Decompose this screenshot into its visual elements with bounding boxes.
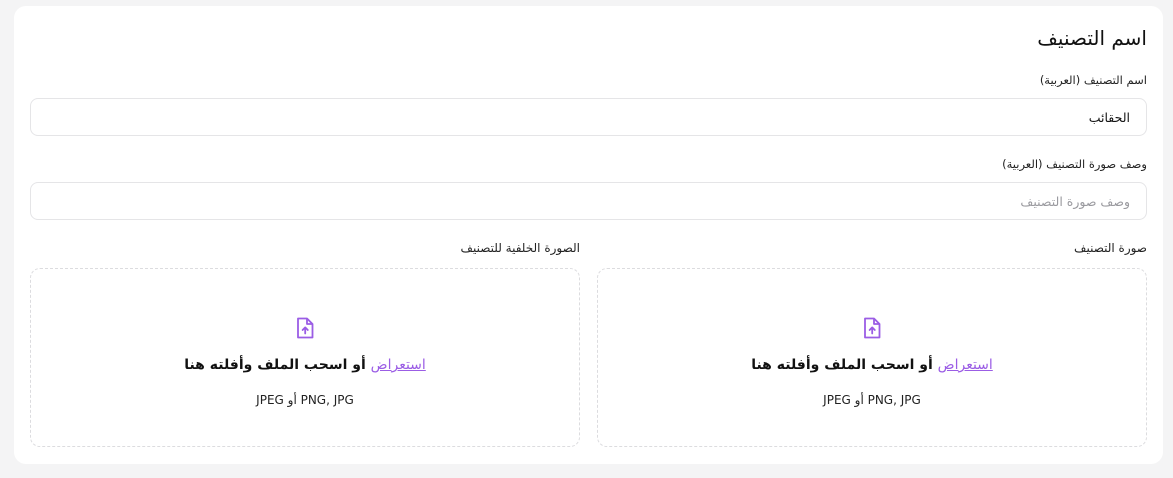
- category-form-card: اسم التصنيف اسم التصنيف (العربية) وصف صو…: [14, 6, 1163, 464]
- section-title: اسم التصنيف: [1037, 26, 1147, 50]
- category-image-drag-text: أو اسحب الملف وأفلته هنا: [751, 357, 938, 373]
- name-input[interactable]: [30, 98, 1147, 136]
- file-upload-icon: [297, 317, 314, 339]
- form-content: اسم التصنيف اسم التصنيف (العربية) وصف صو…: [30, 6, 1147, 464]
- category-image-browse-link[interactable]: استعراض: [938, 357, 993, 373]
- background-image-browse-link[interactable]: استعراض: [371, 357, 426, 373]
- image-description-label: وصف صورة التصنيف (العربية): [1002, 157, 1147, 171]
- category-image-dropzone[interactable]: استعراض أو اسحب الملف وأفلته هنا PNG, JP…: [597, 268, 1147, 447]
- name-field-label: اسم التصنيف (العربية): [1039, 73, 1147, 87]
- category-image-label: صورة التصنيف: [1074, 241, 1147, 255]
- background-image-dropzone[interactable]: استعراض أو اسحب الملف وأفلته هنا PNG, JP…: [30, 268, 580, 447]
- background-image-formats: PNG, JPG أو JPEG: [256, 393, 354, 407]
- image-description-input[interactable]: [30, 182, 1147, 220]
- category-image-formats: PNG, JPG أو JPEG: [823, 393, 921, 407]
- background-image-drag-text: أو اسحب الملف وأفلته هنا: [184, 357, 371, 373]
- category-image-drop-text: استعراض أو اسحب الملف وأفلته هنا: [598, 357, 1146, 373]
- background-image-label: الصورة الخلفية للتصنيف: [460, 241, 580, 255]
- file-upload-icon: [864, 317, 881, 339]
- background-image-drop-text: استعراض أو اسحب الملف وأفلته هنا: [31, 357, 579, 373]
